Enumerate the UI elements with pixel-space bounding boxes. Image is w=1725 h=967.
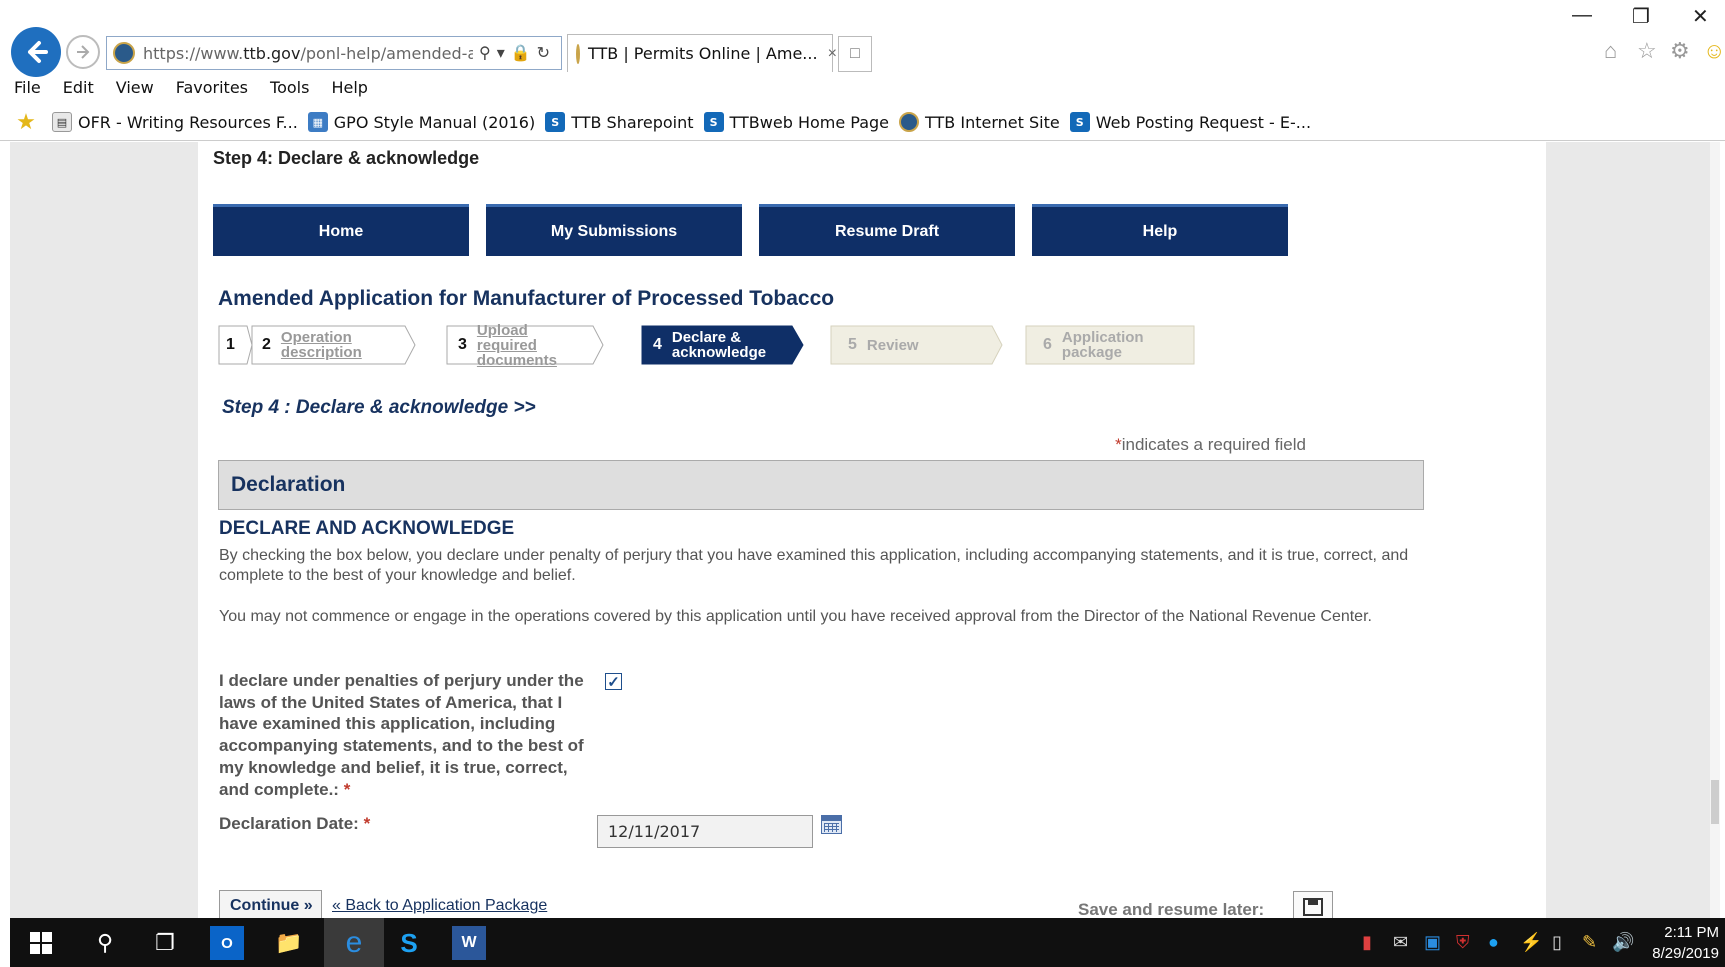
favorites-star-icon[interactable]: ☆ [1637, 38, 1657, 64]
step-heading: Step 4: Declare & acknowledge [213, 148, 480, 168]
search-icon[interactable]: ⚲ [479, 43, 491, 63]
favorite-ttbweb[interactable]: S TTBweb Home Page [703, 112, 889, 132]
tab-close-icon[interactable]: × [828, 45, 837, 63]
dropdown-icon[interactable]: ▾ [497, 43, 505, 63]
arrow-right-icon [77, 45, 90, 59]
required-field-note: *indicates a required field [1115, 435, 1306, 454]
save-resume-label: Save and resume later: [1078, 900, 1265, 918]
outlook-tray-icon[interactable]: ▣ [1424, 932, 1441, 953]
wizard-step-1[interactable]: 1 [226, 325, 245, 365]
browser-chrome: https://www.ttb.gov/ponl-help/amended-ap… [0, 0, 1725, 142]
menu-favorites[interactable]: Favorites [176, 78, 248, 100]
site-seal-icon [576, 43, 580, 64]
notes-tray-icon[interactable]: ✎ [1582, 932, 1597, 953]
sharepoint-icon: S [703, 112, 724, 132]
word-icon[interactable]: W [452, 926, 486, 960]
scrollbar-thumb[interactable] [1711, 780, 1719, 824]
back-button[interactable] [11, 27, 61, 77]
vertical-scrollbar[interactable] [1710, 142, 1720, 918]
security-tray-icon[interactable]: ⛨ [1456, 932, 1470, 953]
network-tray-icon[interactable]: ⚡ [1520, 932, 1542, 953]
battery-tray-icon[interactable]: ▮ [1362, 932, 1372, 953]
substep-heading: Step 4 : Declare & acknowledge >> [222, 397, 536, 418]
favorite-ofr[interactable]: ▤ OFR - Writing Resources F... [52, 112, 298, 132]
home-icon[interactable]: ⌂ [1604, 38, 1617, 64]
skype-icon[interactable]: S [392, 926, 426, 960]
taskbar-clock[interactable]: 2:11 PM 8/29/2019 [1652, 922, 1719, 964]
site-seal-icon [113, 42, 135, 64]
page-content: Step 4: Declare & acknowledge Home My Su… [198, 142, 1546, 918]
document-icon: ▤ [52, 112, 72, 132]
chrome-divider [0, 140, 1725, 141]
favorites-star-icon[interactable]: ★ [16, 110, 42, 135]
declaration-date-input[interactable] [597, 815, 813, 848]
favorites-bar: ★ ▤ OFR - Writing Resources F... ▦ GPO Sty… [16, 110, 1321, 135]
calendar-icon[interactable] [821, 815, 842, 834]
nav-home-button[interactable]: Home [213, 204, 469, 256]
minimize-icon[interactable]: — [1572, 4, 1592, 27]
internet-explorer-icon[interactable]: e [324, 918, 384, 967]
outlook-icon[interactable]: O [210, 926, 244, 960]
file-explorer-icon[interactable]: 📁 [272, 926, 306, 960]
restore-icon[interactable]: ❐ [1632, 4, 1650, 29]
menu-bar: File Edit View Favorites Tools Help [14, 78, 390, 100]
windows-taskbar: ⚲ ❐ O 📁 e S W ▮ ✉ ▣ ⛨ ● ⚡ ▯ ✎ 🔊 2:11 PM … [10, 918, 1725, 967]
checkmark-icon: ✓ [607, 673, 620, 691]
wizard-step-5: 5 Review [848, 336, 919, 354]
menu-view[interactable]: View [116, 78, 154, 100]
refresh-icon[interactable]: ↻ [537, 43, 550, 63]
address-url[interactable]: https://www.ttb.gov/ponl-help/amended-ap… [143, 44, 473, 63]
settings-gear-icon[interactable]: ⚙ [1670, 38, 1690, 64]
lock-icon[interactable]: 🔒 [511, 43, 531, 63]
wizard-step-3[interactable]: 3 Upload required documents [458, 323, 557, 368]
favorite-ttb-sharepoint[interactable]: S TTB Sharepoint [545, 112, 694, 132]
gpo-icon: ▦ [307, 112, 328, 132]
declare-heading: DECLARE AND ACKNOWLEDGE [219, 518, 515, 539]
declaration-date-label: Declaration Date: * [219, 814, 371, 833]
windows-start-icon[interactable] [24, 926, 58, 960]
sharepoint-icon: S [1069, 112, 1090, 132]
continue-button[interactable]: Continue » [219, 890, 322, 918]
tab-title: TTB | Permits Online | Ame... [588, 44, 818, 63]
favorite-gpo[interactable]: ▦ GPO Style Manual (2016) [307, 112, 535, 132]
wizard-step-2[interactable]: 2 Operation description [262, 325, 362, 365]
arrow-left-icon [28, 41, 48, 63]
menu-tools[interactable]: Tools [270, 78, 309, 100]
favorite-ttb-internet[interactable]: TTB Internet Site [899, 112, 1060, 132]
seal-icon [899, 112, 920, 132]
declaration-checkbox-label: I declare under penalties of perjury und… [219, 671, 584, 799]
page-viewport: Step 4: Declare & acknowledge Home My Su… [10, 142, 1720, 918]
search-icon[interactable]: ⚲ [88, 926, 122, 960]
wizard-step-4-active: 4 Declare & acknowledge [653, 329, 767, 361]
usb-tray-icon[interactable]: ▯ [1552, 932, 1562, 953]
nav-help-button[interactable]: Help [1032, 204, 1288, 256]
menu-help[interactable]: Help [331, 78, 367, 100]
wizard-step-6: 6 Application package [1043, 329, 1144, 361]
task-view-icon[interactable]: ❐ [148, 926, 182, 960]
save-draft-button[interactable] [1293, 891, 1333, 918]
address-bar[interactable]: https://www.ttb.gov/ponl-help/amended-ap… [106, 36, 562, 70]
nav-my-submissions-button[interactable]: My Submissions [486, 204, 742, 256]
nav-resume-draft-button[interactable]: Resume Draft [759, 204, 1015, 256]
menu-file[interactable]: File [14, 78, 41, 100]
forward-button[interactable] [66, 35, 100, 69]
declaration-paragraph-1: By checking the box below, you declare u… [219, 547, 1409, 584]
declaration-checkbox[interactable]: ✓ [605, 673, 622, 691]
floppy-disk-icon [1303, 898, 1323, 916]
mail-tray-icon[interactable]: ✉ [1393, 932, 1408, 953]
skype-tray-icon[interactable]: ● [1488, 932, 1499, 953]
page-title: Amended Application for Manufacturer of … [218, 287, 835, 310]
smiley-feedback-icon[interactable]: ☺ [1703, 38, 1725, 64]
browser-tab[interactable]: TTB | Permits Online | Ame... × [567, 34, 837, 72]
sharepoint-icon: S [545, 112, 566, 132]
declaration-section-header: Declaration [218, 460, 1424, 510]
declaration-paragraph-2: You may not commence or engage in the op… [219, 608, 1372, 625]
close-window-icon[interactable]: ✕ [1692, 4, 1709, 29]
new-tab-button[interactable]: □ [838, 36, 872, 72]
volume-tray-icon[interactable]: 🔊 [1612, 932, 1634, 953]
favorite-web-posting[interactable]: S Web Posting Request - E-... [1069, 112, 1311, 132]
back-to-application-link[interactable]: « Back to Application Package [332, 897, 547, 915]
menu-edit[interactable]: Edit [63, 78, 94, 100]
